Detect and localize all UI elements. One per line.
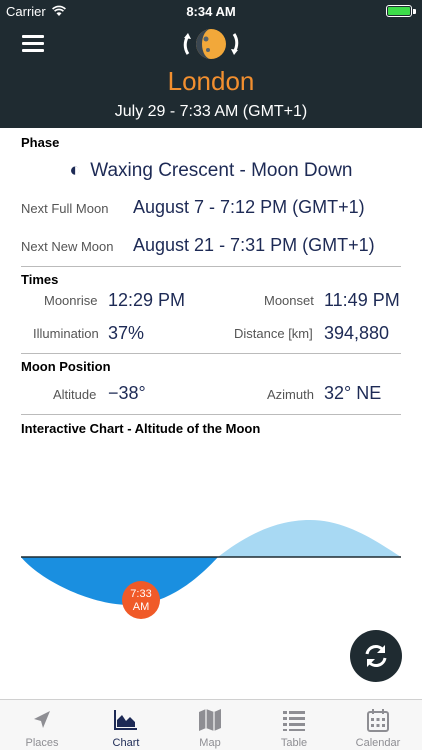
half-moon-icon: ◐	[69, 160, 81, 181]
tab-calendar[interactable]: Calendar	[336, 700, 420, 751]
battery-icon	[386, 5, 412, 17]
moonset-value: 11:49 PM	[324, 290, 400, 310]
next-full-moon-label: Next Full Moon	[21, 201, 109, 216]
distance-value: 394,880	[324, 323, 390, 343]
times-section-title: Times	[21, 272, 59, 287]
next-new-moon-label: Next New Moon	[21, 239, 114, 254]
illumination-label: Illumination	[33, 326, 99, 341]
moon-logo-icon	[183, 29, 239, 59]
calendar-icon	[367, 709, 389, 732]
refresh-button[interactable]	[350, 630, 402, 682]
current-time-marker	[122, 581, 160, 619]
azimuth-label: Azimuth	[267, 387, 314, 402]
chart-section-title: Interactive Chart - Altitude of the Moon	[21, 421, 261, 436]
azimuth-value: 32° NE	[324, 383, 382, 403]
next-new-moon-value: August 21 - 7:31 PM (GMT+1)	[133, 235, 375, 255]
above-horizon-area	[218, 520, 401, 557]
status-time: 8:34 AM	[186, 4, 236, 19]
moonset-label: Moonset	[264, 293, 314, 308]
table-list-icon	[283, 711, 305, 731]
altitude-value: −38°	[108, 383, 146, 403]
location-arrow-icon	[34, 711, 50, 728]
refresh-icon	[365, 645, 387, 667]
next-full-moon-value: August 7 - 7:12 PM (GMT+1)	[133, 197, 365, 217]
marker-ampm-label: AM	[133, 601, 150, 613]
map-icon	[199, 709, 221, 731]
altitude-label: Altitude	[53, 387, 97, 402]
moonrise-value: 12:29 PM	[108, 290, 186, 310]
tab-chart[interactable]: Chart	[84, 700, 168, 751]
phase-description: ◐ Waxing Crescent - Moon Down	[0, 160, 422, 182]
tab-places[interactable]: Places	[0, 700, 84, 751]
tab-map[interactable]: Map	[168, 700, 252, 751]
below-horizon-area	[21, 557, 218, 605]
distance-label: Distance [km]	[234, 326, 313, 341]
phase-section-title: Phase	[21, 135, 60, 150]
illumination-value: 37%	[108, 323, 145, 343]
divider	[21, 353, 401, 354]
tab-table[interactable]: Table	[252, 700, 336, 751]
status-bar: Carrier 8:34 AM	[0, 0, 422, 22]
tab-bar: Places Chart Map Table Calendar	[0, 699, 422, 750]
divider	[21, 414, 401, 415]
current-datetime: July 29 - 7:33 AM (GMT+1)	[114, 103, 308, 120]
city-name[interactable]: London	[0, 66, 422, 97]
divider	[21, 266, 401, 267]
moon-position-section-title: Moon Position	[21, 359, 111, 374]
phase-text: Waxing Crescent - Moon Down	[90, 160, 353, 181]
moonrise-label: Moonrise	[44, 293, 98, 308]
menu-button[interactable]	[22, 35, 44, 53]
area-chart-icon	[114, 710, 137, 730]
marker-time-label: 7:33	[130, 588, 151, 600]
app-header: Carrier 8:34 AM London July 29 - 7:33 AM…	[0, 0, 422, 128]
